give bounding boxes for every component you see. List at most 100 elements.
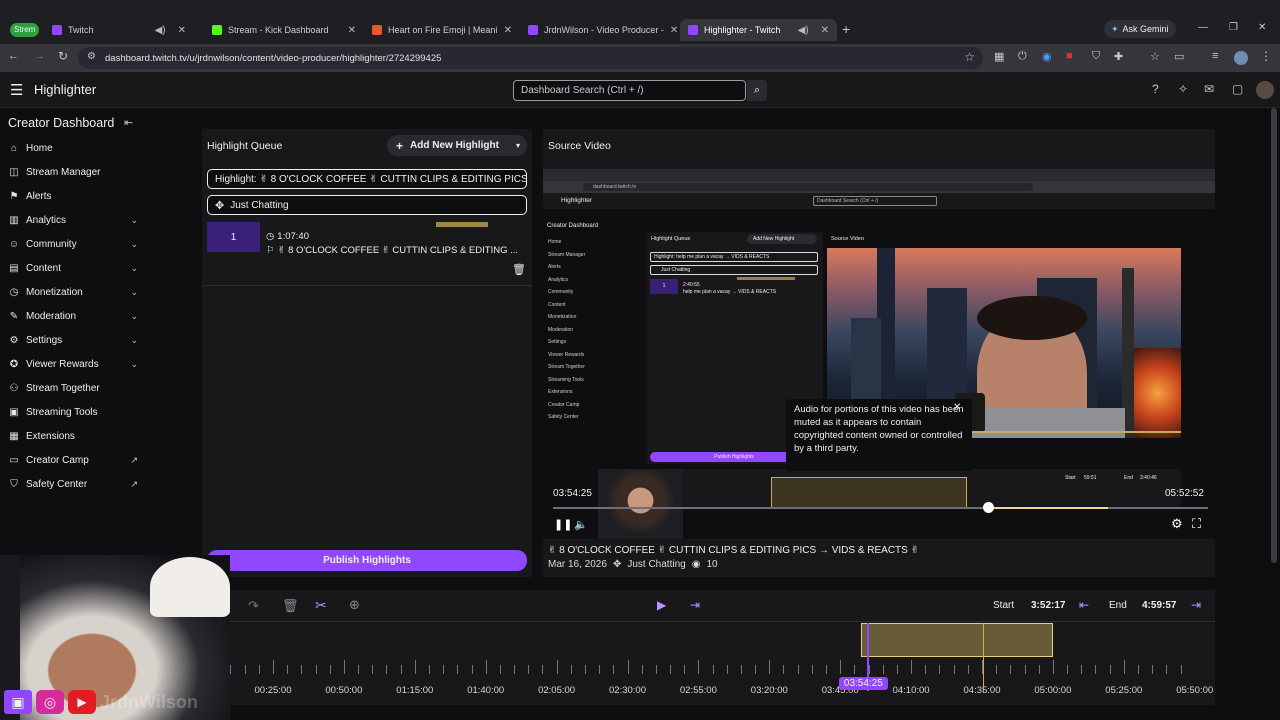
extension-icon[interactable]: ◉ <box>1042 50 1052 63</box>
close-notice-icon[interactable]: ✕ <box>953 402 961 413</box>
tab-twitch[interactable]: Twitch ◀) ✕ <box>44 19 194 41</box>
profile-avatar[interactable] <box>1234 51 1248 65</box>
close-tab-icon[interactable]: ✕ <box>178 25 186 36</box>
sidebar-item-content[interactable]: ▤ Content ⌄ <box>8 263 140 274</box>
help-icon[interactable]: ? <box>1152 82 1159 96</box>
sidebar-item-safety-center[interactable]: ⛉ Safety Center ↗ <box>8 479 140 490</box>
set-end-icon[interactable]: ⇥ <box>1191 598 1201 612</box>
media-control-icon[interactable]: ≡ <box>1212 50 1218 62</box>
tab-highlighter[interactable]: Highlighter - Twitch ◀) ✕ <box>680 19 837 41</box>
bookmarks-icon[interactable]: ☆ <box>1150 50 1160 63</box>
delete-segment-icon[interactable]: 🗑 <box>282 598 299 614</box>
close-tab-icon[interactable]: ✕ <box>821 25 829 36</box>
chevron-down-icon[interactable]: ⌄ <box>130 215 138 226</box>
play-icon[interactable]: ▶ <box>657 598 666 612</box>
profile-badge[interactable]: Strem <box>10 23 40 37</box>
tab-video-producer[interactable]: JrdnWilson - Video Producer - ✕ <box>520 19 678 41</box>
add-segment-icon[interactable]: ⊕ <box>349 597 360 613</box>
sidebar-item-settings[interactable]: ⚙ Settings ⌄ <box>8 335 140 346</box>
maximize-icon[interactable]: ❐ <box>1229 22 1238 33</box>
extension-icon[interactable]: ⏻ <box>1018 50 1027 63</box>
search-button[interactable]: ⌕ <box>747 80 767 101</box>
whispers-icon[interactable]: ▢ <box>1232 82 1243 96</box>
extension-icon[interactable]: ■ <box>1066 50 1073 62</box>
timeline-tick <box>230 665 232 674</box>
queue-item[interactable]: ◷ 1:07:40 ⚐ ✌ 8 O'CLOCK COFFEE ✌ CUTTIN CL… <box>266 231 526 256</box>
user-avatar[interactable] <box>1256 81 1274 99</box>
timeline-track[interactable]: 00:25:00 00:50:00 01:15:00 01:40:00 02:05:00… <box>230 623 1215 705</box>
queue-item-index[interactable]: 1 <box>207 222 260 252</box>
playhead-time-badge[interactable]: 03:54:25 <box>838 677 888 690</box>
chevron-down-icon[interactable]: ⌄ <box>130 287 138 298</box>
timeline-tick <box>1137 665 1139 674</box>
volume-muted-icon[interactable]: 🔈 <box>574 518 588 531</box>
sparkle-icon[interactable]: ✧ <box>1178 82 1188 96</box>
dashboard-top-nav: ☰ Highlighter Dashboard Search (Ctrl + /… <box>0 72 1280 108</box>
browser-menu-icon[interactable]: ⋮ <box>1260 49 1272 63</box>
sidebar-item-streaming-tools[interactable]: ▣ Streaming Tools <box>8 407 140 418</box>
sidebar-item-moderation[interactable]: ✎ Moderation ⌄ <box>8 311 140 322</box>
page-scrollbar[interactable] <box>1271 108 1277 563</box>
chevron-down-icon[interactable]: ⌄ <box>130 311 138 322</box>
chevron-down-icon[interactable]: ⌄ <box>130 239 138 250</box>
sidebar-item-stream-together[interactable]: ⚇ Stream Together <box>8 383 140 394</box>
video-player[interactable]: dashboard.twitch.tv Highlighter Dashboar… <box>543 169 1215 539</box>
settings-icon[interactable]: ⚙ <box>1171 516 1183 532</box>
sidebar-item-extensions[interactable]: ▦ Extensions <box>8 431 140 442</box>
browser-tab-strip: Strem Twitch ◀) ✕ Stream - Kick Dashboar… <box>0 0 1280 44</box>
dashboard-search-input[interactable]: Dashboard Search (Ctrl + /) <box>513 80 746 101</box>
bookmark-star-icon[interactable]: ☆ <box>964 50 975 64</box>
timeline-tick <box>1024 665 1026 674</box>
minimize-icon[interactable]: — <box>1198 22 1208 33</box>
add-new-highlight-button[interactable]: + Add New Highlight ▾ <box>387 135 527 156</box>
publish-highlights-button[interactable]: Publish Highlights <box>207 550 527 571</box>
sidebar-item-label: Viewer Rewards <box>26 359 99 370</box>
sidebar-item-viewer-rewards[interactable]: ✪ Viewer Rewards ⌄ <box>8 359 140 370</box>
back-icon[interactable]: ← <box>8 50 19 62</box>
scissors-icon[interactable]: ✂ <box>315 597 327 614</box>
new-tab-icon[interactable]: + <box>842 21 850 37</box>
sidebar-item-alerts[interactable]: ⚑ Alerts <box>8 191 140 202</box>
extension-icon[interactable]: ▦ <box>994 50 1004 63</box>
sidebar-item-analytics[interactable]: ▥ Analytics ⌄ <box>8 215 140 226</box>
collapse-sidebar-icon[interactable]: ⇤ <box>124 116 133 129</box>
url-bar[interactable]: ⚙ dashboard.twitch.tv/u/jrdnwilson/conte… <box>78 47 983 69</box>
hamburger-menu-icon[interactable]: ☰ <box>10 81 23 99</box>
seek-handle[interactable] <box>983 502 995 513</box>
sidebar-item-monetization[interactable]: ◷ Monetization ⌄ <box>8 287 140 298</box>
clock-icon: ◷ <box>266 231 275 242</box>
close-tab-icon[interactable]: ✕ <box>348 25 356 36</box>
reading-list-icon[interactable]: ▭ <box>1174 50 1184 63</box>
inbox-icon[interactable]: ✉ <box>1204 82 1214 96</box>
seek-track[interactable] <box>553 507 1208 509</box>
pause-icon[interactable]: ❚❚ <box>554 518 572 531</box>
redo-icon[interactable]: ↷ <box>248 598 259 614</box>
ask-gemini-button[interactable]: ✦ Ask Gemini <box>1104 20 1176 38</box>
extension-icon[interactable]: ⛉ <box>1092 50 1100 63</box>
close-tab-icon[interactable]: ✕ <box>670 25 678 36</box>
set-start-icon[interactable]: ⇤ <box>1079 598 1089 612</box>
highlight-title-field[interactable]: Highlight: ✌ 8 O'CLOCK COFFEE ✌ CUTTIN C… <box>207 169 527 189</box>
play-to-end-icon[interactable]: ⇥ <box>690 598 700 612</box>
tab-kick[interactable]: Stream - Kick Dashboard ✕ <box>204 19 364 41</box>
extensions-puzzle-icon[interactable]: ✚ <box>1114 50 1123 63</box>
fullscreen-icon[interactable]: ⛶ <box>1192 516 1201 532</box>
chevron-down-icon[interactable]: ⌄ <box>130 335 138 346</box>
site-info-icon[interactable]: ⚙ <box>87 51 96 62</box>
forward-icon[interactable]: → <box>34 50 45 62</box>
trash-icon[interactable]: 🗑 <box>512 263 526 276</box>
tab-emoji[interactable]: Heart on Fire Emoji | Meani ✕ <box>364 19 520 41</box>
highlight-region[interactable] <box>860 623 1053 657</box>
sidebar-item-creator-camp[interactable]: ▭ Creator Camp ↗ <box>8 455 140 466</box>
sidebar-item-community[interactable]: ☺ Community ⌄ <box>8 239 140 250</box>
video-category[interactable]: Just Chatting <box>627 559 685 570</box>
chevron-down-icon[interactable]: ▾ <box>516 141 520 150</box>
chevron-down-icon[interactable]: ⌄ <box>130 359 138 370</box>
sidebar-item-home[interactable]: ⌂ Home <box>8 143 140 154</box>
category-field[interactable]: ✥ Just Chatting <box>207 195 527 215</box>
sidebar-item-stream-manager[interactable]: ◫ Stream Manager <box>8 167 140 178</box>
chevron-down-icon[interactable]: ⌄ <box>130 263 138 274</box>
close-window-icon[interactable]: ✕ <box>1258 22 1266 33</box>
reload-icon[interactable]: ↻ <box>58 49 68 63</box>
close-tab-icon[interactable]: ✕ <box>504 25 512 36</box>
